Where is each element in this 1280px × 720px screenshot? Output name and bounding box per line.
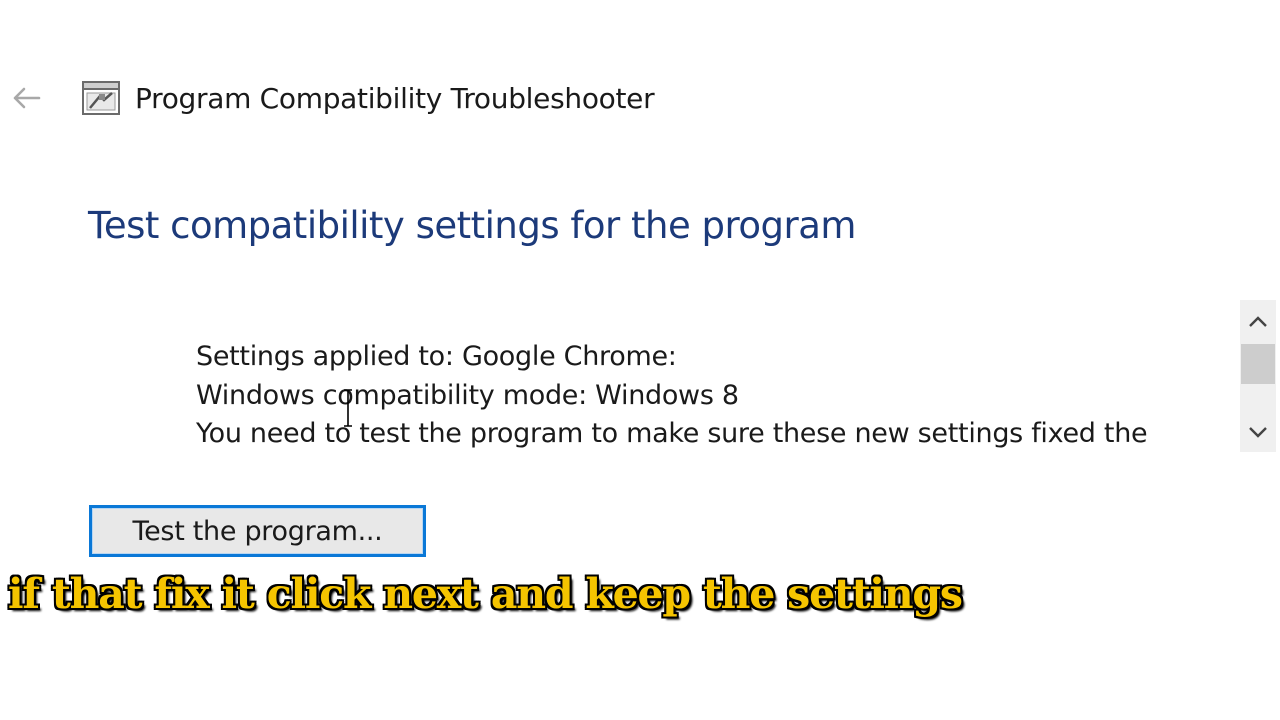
back-arrow-icon — [13, 87, 41, 109]
scroll-up-button[interactable] — [1240, 304, 1276, 340]
video-caption: if that fix it click next and keep the s… — [8, 570, 963, 618]
vertical-scrollbar[interactable] — [1240, 300, 1276, 452]
scroll-down-button[interactable] — [1240, 414, 1276, 450]
chevron-down-icon — [1249, 427, 1267, 438]
test-program-button[interactable]: Test the program... — [89, 505, 426, 557]
page-heading: Test compatibility settings for the prog… — [88, 204, 856, 247]
troubleshooter-app-icon — [82, 80, 120, 116]
troubleshooter-window: Program Compatibility Troubleshooter Tes… — [0, 0, 1280, 720]
scroll-thumb[interactable] — [1241, 344, 1275, 384]
window-title: Program Compatibility Troubleshooter — [135, 82, 655, 115]
settings-applied-line: Settings applied to: Google Chrome: — [196, 341, 677, 372]
test-program-button-label: Test the program... — [132, 515, 383, 547]
text-cursor-icon — [342, 388, 354, 428]
back-button[interactable] — [6, 80, 46, 116]
chevron-up-icon — [1249, 316, 1267, 327]
